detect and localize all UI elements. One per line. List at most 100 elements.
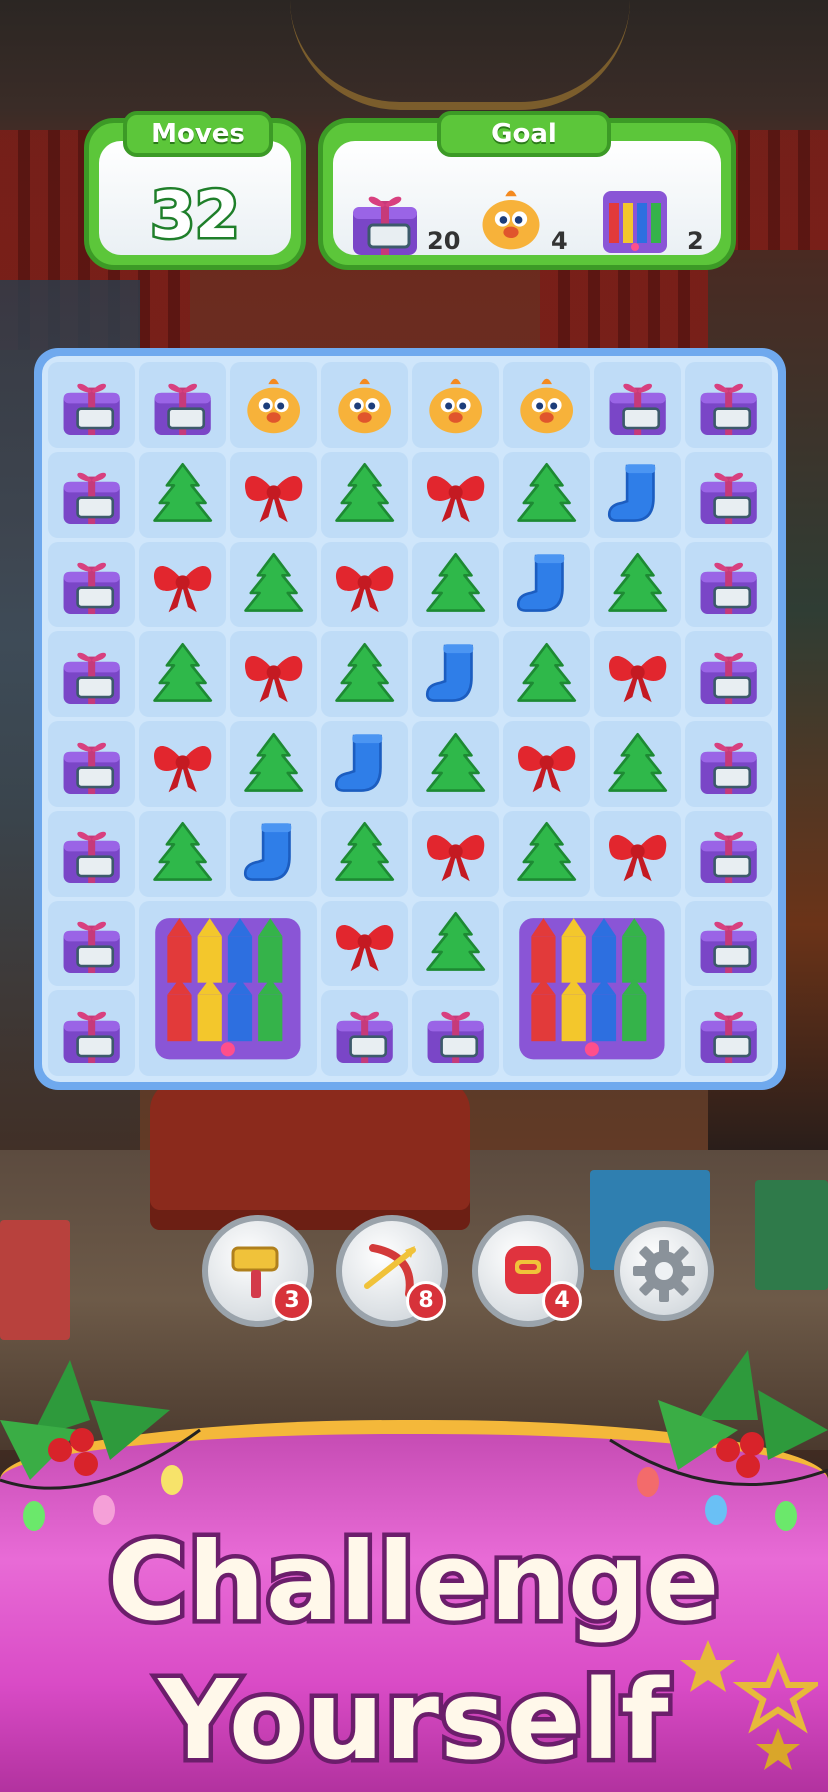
christmas-tree-tile[interactable]: [412, 900, 499, 987]
blue-sock-tile[interactable]: [230, 810, 317, 897]
red-bow-icon: [244, 476, 303, 523]
red-bow-tile[interactable]: [139, 721, 226, 807]
christmas-tree-tile[interactable]: [321, 451, 408, 538]
christmas-tree-tile[interactable]: [139, 451, 226, 538]
settings-button[interactable]: [614, 1221, 714, 1321]
chick-tile[interactable]: [503, 362, 590, 448]
chick-tile[interactable]: [321, 362, 408, 448]
christmas-tree-icon: [517, 822, 576, 882]
gift-box-tile[interactable]: [321, 990, 408, 1076]
red-bow-tile[interactable]: [412, 451, 499, 538]
christmas-tree-tile[interactable]: [230, 541, 317, 628]
christmas-tree-tile[interactable]: [412, 541, 499, 628]
chick-tile[interactable]: [412, 362, 499, 448]
christmas-tree-tile[interactable]: [139, 631, 226, 717]
christmas-tree-tile[interactable]: [412, 721, 499, 807]
red-bow-icon: [426, 476, 485, 523]
crossbow-booster-button[interactable]: 8: [336, 1215, 448, 1327]
red-bow-tile[interactable]: [321, 541, 408, 628]
red-bow-tile[interactable]: [139, 541, 226, 628]
christmas-tree-tile[interactable]: [139, 810, 226, 897]
gift-box-tile[interactable]: [48, 631, 135, 717]
christmas-tree-tile[interactable]: [594, 721, 681, 807]
chandelier: [290, 0, 630, 110]
gift-box-tile[interactable]: [412, 990, 499, 1076]
gift-box-icon: [63, 742, 120, 794]
chick-icon: [520, 378, 573, 433]
game-board: [34, 348, 786, 1090]
gift-box-icon: [154, 383, 211, 435]
christmas-tree-tile[interactable]: [594, 541, 681, 628]
goal-count-gift: 20: [427, 227, 461, 255]
christmas-tree-tile[interactable]: [503, 631, 590, 717]
chick-icon: [482, 190, 540, 250]
red-bow-icon: [335, 925, 394, 972]
gift-box-tile[interactable]: [685, 362, 772, 448]
glove-booster-button[interactable]: 4: [472, 1215, 584, 1327]
gift-box-tile[interactable]: [48, 810, 135, 897]
red-bow-tile[interactable]: [321, 900, 408, 987]
gift-box-tile[interactable]: [48, 451, 135, 538]
red-bow-icon: [517, 745, 576, 792]
red-bow-tile[interactable]: [230, 631, 317, 717]
christmas-tree-icon: [335, 642, 394, 702]
gift-box-tile[interactable]: [48, 541, 135, 628]
settings-gear-icon: [633, 1240, 695, 1302]
christmas-tree-tile[interactable]: [321, 810, 408, 897]
moves-panel: 32 Moves: [84, 111, 306, 270]
gift-box-tile[interactable]: [685, 990, 772, 1076]
gift-box-tile[interactable]: [685, 631, 772, 717]
gift-box-icon: [63, 473, 120, 525]
gift-box-tile[interactable]: [685, 541, 772, 628]
gift-box-tile[interactable]: [48, 990, 135, 1076]
blue-sock-tile[interactable]: [503, 541, 590, 628]
gift-box-icon: [700, 921, 757, 974]
christmas-tree-tile[interactable]: [503, 451, 590, 538]
chick-icon: [338, 378, 391, 433]
goal-label: Goal: [437, 111, 611, 157]
gift-box-tile[interactable]: [685, 900, 772, 987]
gift-box-icon: [700, 562, 757, 615]
goal-count-crayons: 2: [687, 227, 704, 255]
red-bow-tile[interactable]: [503, 721, 590, 807]
present-decoration: [755, 1180, 828, 1290]
red-bow-tile[interactable]: [412, 810, 499, 897]
red-bow-tile[interactable]: [594, 631, 681, 717]
red-bow-icon: [426, 835, 485, 882]
red-bow-icon: [608, 655, 667, 703]
crayon-box-blocker[interactable]: [503, 900, 681, 1076]
gift-box-icon: [700, 473, 757, 525]
gift-box-tile[interactable]: [594, 362, 681, 448]
blue-sock-tile[interactable]: [321, 721, 408, 807]
christmas-tree-icon: [335, 822, 394, 882]
christmas-tree-tile[interactable]: [503, 810, 590, 897]
hammer-count-badge: 3: [272, 1281, 312, 1321]
christmas-tree-icon: [153, 642, 212, 702]
gift-box-tile[interactable]: [48, 362, 135, 448]
blue-sock-tile[interactable]: [412, 631, 499, 717]
red-bow-tile[interactable]: [230, 451, 317, 538]
crayon-box-blocker[interactable]: [139, 900, 317, 1076]
gift-box-icon: [63, 921, 120, 974]
gift-box-icon: [63, 832, 120, 884]
blue-sock-icon: [243, 823, 292, 882]
christmas-tree-tile[interactable]: [230, 721, 317, 807]
hammer-booster-button[interactable]: 3: [202, 1215, 314, 1327]
goal-item-crayons: 2: [595, 181, 725, 261]
gift-box-icon: [700, 742, 757, 794]
stars-decoration: [680, 1640, 818, 1770]
gift-box-tile[interactable]: [685, 810, 772, 897]
chick-tile[interactable]: [230, 362, 317, 448]
gift-box-tile[interactable]: [139, 362, 226, 448]
blue-sock-tile[interactable]: [594, 451, 681, 538]
gift-box-icon: [700, 652, 757, 705]
christmas-tree-icon: [517, 642, 576, 702]
red-bow-tile[interactable]: [594, 810, 681, 897]
gift-box-tile[interactable]: [685, 451, 772, 538]
gift-box-tile[interactable]: [48, 900, 135, 987]
christmas-tree-icon: [153, 822, 212, 882]
red-bow-icon: [335, 566, 394, 613]
gift-box-tile[interactable]: [685, 721, 772, 807]
gift-box-tile[interactable]: [48, 721, 135, 807]
christmas-tree-tile[interactable]: [321, 631, 408, 717]
